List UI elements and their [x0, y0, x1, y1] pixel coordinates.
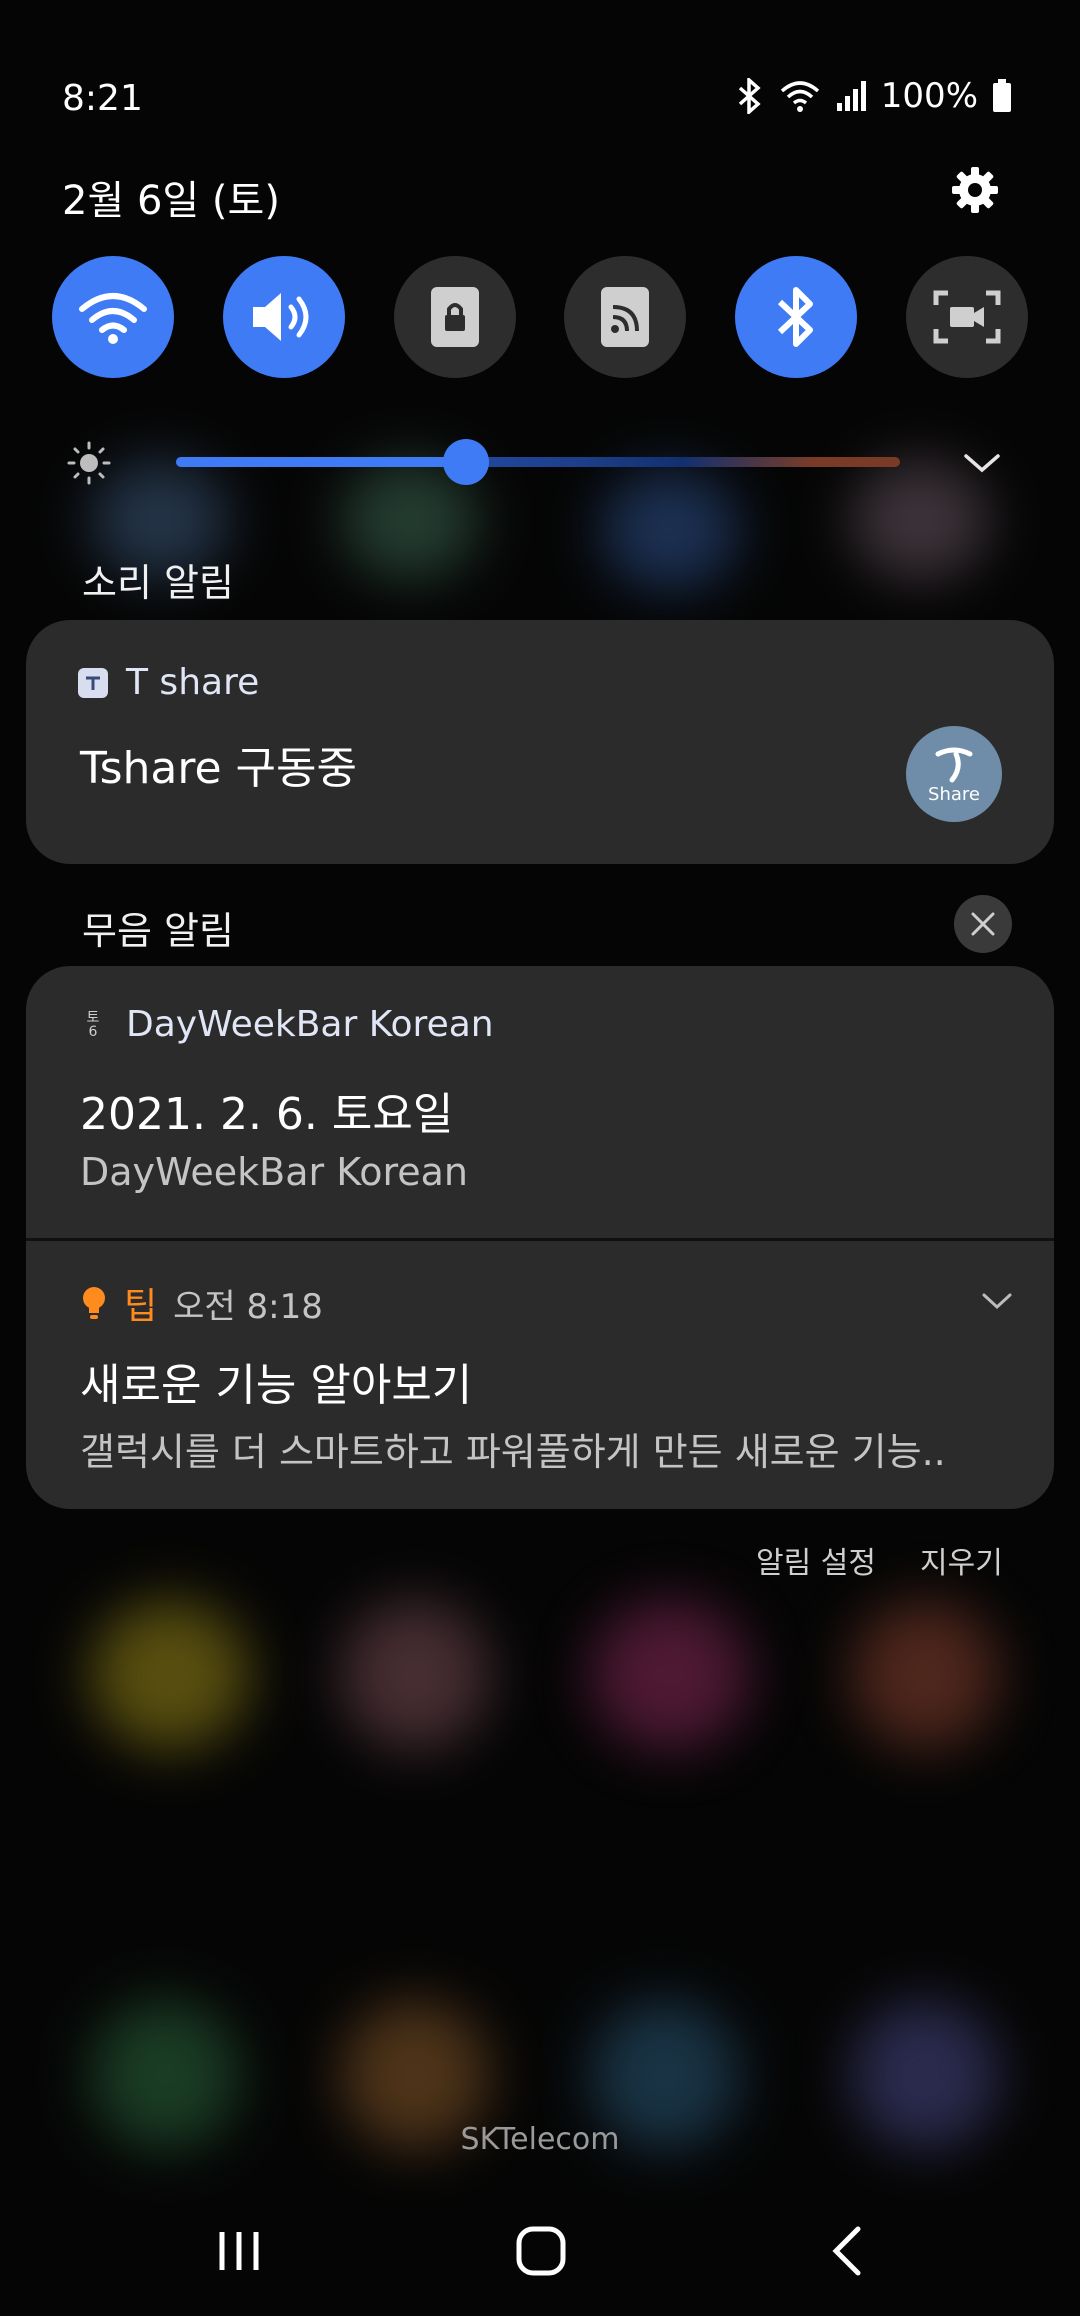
tip-bulb-icon — [83, 1287, 105, 1319]
qs-bluetooth-toggle[interactable] — [735, 256, 858, 378]
brightness-fill — [176, 457, 466, 467]
qs-wifi-toggle[interactable] — [52, 256, 174, 378]
notification-app-name: T share — [126, 662, 260, 703]
notification-app-name: 팁 — [124, 1286, 158, 1327]
bluetooth-icon — [738, 78, 761, 114]
home-icon[interactable] — [514, 2224, 568, 2278]
brightness-sun-icon — [67, 441, 111, 485]
notification-app-name: DayWeekBar Korean — [126, 1004, 494, 1045]
sound-icon — [252, 293, 309, 341]
cast-icon — [601, 287, 650, 347]
battery-icon — [993, 79, 1011, 112]
expand-chevron-icon[interactable] — [980, 1291, 1014, 1313]
expand-chevron-icon[interactable] — [962, 452, 1002, 476]
dayweekbar-icon-day: 토 — [86, 1009, 100, 1026]
tshare-app-icon — [78, 667, 108, 698]
close-icon — [971, 912, 995, 936]
tshare-t-icon — [935, 747, 973, 782]
notification-title: Tshare 구동중 — [80, 743, 357, 794]
notification-title: 새로운 기능 알아보기 — [80, 1360, 473, 1411]
battery-percent: 100% — [880, 76, 978, 116]
qs-cast-toggle[interactable] — [564, 256, 687, 378]
brightness-slider[interactable] — [176, 439, 900, 485]
notification-tshare[interactable]: T share Tshare 구동중 Share — [26, 620, 1054, 864]
screen-record-icon — [933, 290, 1001, 344]
section-sound-alerts: 소리 알림 — [82, 561, 234, 605]
qs-screen-recorder-toggle[interactable] — [905, 256, 1028, 378]
brightness-thumb[interactable] — [442, 439, 489, 485]
system-icons: 100% — [735, 76, 1012, 116]
dayweekbar-app-icon: 토 6 — [78, 1011, 108, 1039]
clear-all-button[interactable]: 지우기 — [920, 1538, 1003, 1582]
notification-text: DayWeekBar Korean — [80, 1150, 469, 1194]
recent-apps-icon[interactable] — [214, 2226, 264, 2276]
signal-icon — [836, 81, 866, 111]
carrier-label: SKTelecom — [460, 2122, 620, 2157]
bluetooth-icon — [778, 287, 814, 347]
notification-time: 오전 8:18 — [173, 1286, 323, 1327]
clock: 8:21 — [62, 78, 143, 119]
notification-dayweekbar[interactable]: 토 6 DayWeekBar Korean 2021. 2. 6. 토요일 Da… — [26, 966, 1054, 1238]
notification-settings-button[interactable]: 알림 설정 — [756, 1538, 876, 1582]
date-label: 2월 6일 (토) — [62, 178, 280, 224]
notification-tip[interactable]: 팁 오전 8:18 새로운 기능 알아보기 갤럭시를 더 스마트하고 파워풀하게… — [26, 1241, 1054, 1509]
tshare-badge-label: Share — [928, 783, 980, 805]
wifi-status-icon — [780, 81, 819, 112]
status-bar: 8:21 100% — [0, 70, 1080, 130]
brightness-row — [66, 439, 1016, 486]
clear-silent-button[interactable] — [954, 895, 1012, 953]
navigation-bar — [0, 2220, 1080, 2290]
tshare-badge: Share — [906, 726, 1002, 822]
section-silent-alerts: 무음 알림 — [82, 909, 234, 953]
qs-sound-toggle[interactable] — [222, 256, 345, 378]
back-icon[interactable] — [826, 2224, 866, 2278]
notification-title: 2021. 2. 6. 토요일 — [80, 1089, 454, 1140]
quick-settings-row — [52, 256, 1028, 380]
wifi-icon — [79, 293, 147, 344]
notification-text: 갤럭시를 더 스마트하고 파워풀하게 만든 새로운 기능.. — [80, 1430, 946, 1474]
settings-gear-icon[interactable] — [950, 165, 1000, 215]
dayweekbar-icon-date: 6 — [88, 1023, 98, 1040]
qs-rotation-lock-toggle[interactable] — [393, 256, 516, 378]
tshare-logo-icon — [86, 676, 100, 690]
lock-icon — [430, 287, 479, 347]
